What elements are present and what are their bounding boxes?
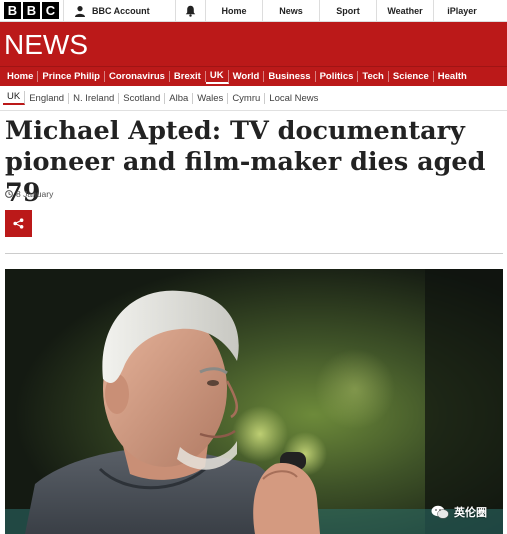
topnav-sport[interactable]: Sport bbox=[320, 0, 377, 21]
subnav-item-n-ireland[interactable]: N. Ireland bbox=[69, 92, 120, 104]
article-date: 8 January bbox=[16, 189, 54, 199]
subnav-item-scotland[interactable]: Scotland bbox=[119, 92, 166, 104]
topnav-news[interactable]: News bbox=[263, 0, 320, 21]
divider bbox=[5, 253, 503, 254]
notifications-button[interactable] bbox=[176, 0, 206, 21]
section-item-health[interactable]: Health bbox=[434, 71, 471, 82]
section-item-coronavirus[interactable]: Coronavirus bbox=[105, 71, 170, 82]
wechat-icon bbox=[431, 505, 449, 519]
portrait-image bbox=[5, 269, 503, 534]
subnav-item-local-news[interactable]: Local News bbox=[265, 93, 322, 104]
clock-icon bbox=[5, 190, 13, 198]
bbc-logo-letter: B bbox=[23, 2, 40, 19]
watermark-text: 英伦圈 bbox=[454, 507, 487, 519]
news-banner: NEWS bbox=[0, 22, 507, 66]
subnav-item-cymru[interactable]: Cymru bbox=[228, 92, 266, 104]
article-photo: 英伦圈 bbox=[5, 269, 503, 534]
bbc-account-link[interactable]: BBC Account bbox=[64, 0, 176, 21]
section-item-business[interactable]: Business bbox=[264, 71, 316, 82]
section-item-prince-philip[interactable]: Prince Philip bbox=[38, 71, 105, 82]
subnav-item-uk[interactable]: UK bbox=[3, 91, 26, 105]
subnav-item-alba[interactable]: Alba bbox=[165, 92, 194, 104]
bbc-logo-letter: B bbox=[4, 2, 21, 19]
subnav-item-wales[interactable]: Wales bbox=[193, 92, 229, 104]
topnav-home[interactable]: Home bbox=[206, 0, 263, 21]
section-item-politics[interactable]: Politics bbox=[316, 71, 359, 82]
user-icon bbox=[75, 5, 85, 17]
divider bbox=[0, 110, 507, 111]
subnav-item-england[interactable]: England bbox=[25, 92, 70, 104]
section-nav: Home Prince Philip Coronavirus Brexit UK… bbox=[0, 66, 507, 86]
topnav-iplayer[interactable]: iPlayer bbox=[434, 0, 490, 21]
section-item-tech[interactable]: Tech bbox=[358, 71, 389, 82]
topnav-weather[interactable]: Weather bbox=[377, 0, 434, 21]
bbc-logo[interactable]: B B C bbox=[0, 0, 64, 21]
bell-icon bbox=[185, 5, 196, 17]
article-dateline: 8 January bbox=[5, 189, 53, 199]
bbc-logo-letter: C bbox=[42, 2, 59, 19]
share-icon bbox=[13, 218, 24, 229]
uk-subnav: UK England N. Ireland Scotland Alba Wale… bbox=[0, 86, 507, 110]
section-item-world[interactable]: World bbox=[229, 71, 265, 82]
article-headline: Michael Apted: TV documentary pioneer an… bbox=[5, 116, 486, 208]
bbc-top-bar: B B C BBC Account Home News Sport Weathe… bbox=[0, 0, 507, 22]
share-button[interactable] bbox=[5, 210, 32, 237]
watermark: 英伦圈 bbox=[431, 504, 487, 520]
news-logo[interactable]: NEWS bbox=[4, 29, 88, 61]
section-item-uk[interactable]: UK bbox=[205, 69, 229, 84]
account-label: BBC Account bbox=[92, 5, 150, 16]
section-item-brexit[interactable]: Brexit bbox=[170, 71, 206, 82]
section-item-home[interactable]: Home bbox=[3, 71, 39, 82]
section-item-science[interactable]: Science bbox=[389, 71, 434, 82]
